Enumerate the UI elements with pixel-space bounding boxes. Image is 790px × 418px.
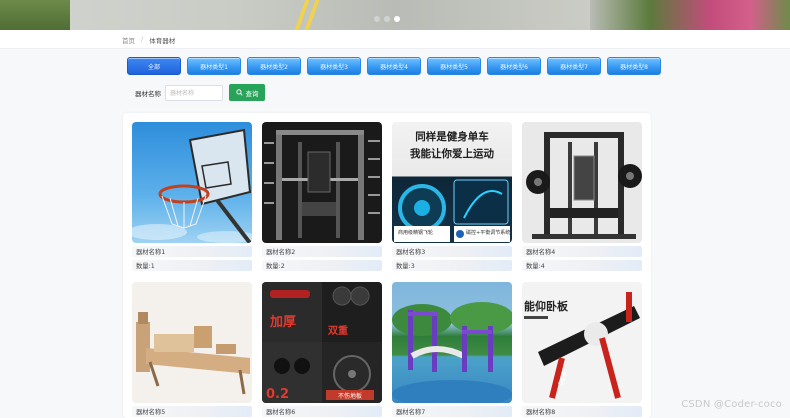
search-icon	[235, 89, 243, 96]
equipment-image[interactable]	[132, 122, 252, 243]
equipment-quantity: 数量:3	[392, 260, 512, 271]
equipment-card[interactable]: 器材名称7	[392, 282, 512, 417]
equipment-name: 器材名称5	[132, 406, 252, 417]
equipment-name: 器材名称7	[392, 406, 512, 417]
equipment-card[interactable]: 器材名称4 数量:4	[522, 122, 642, 271]
search-input[interactable]: 器材名称	[165, 84, 223, 101]
tab-type-1[interactable]: 器材类型1	[187, 57, 241, 75]
bench-title: 能仰卧板	[524, 299, 569, 313]
breadcrumb-current: 体育器材	[149, 37, 176, 45]
search-button[interactable]: 查询	[229, 84, 265, 101]
equipment-image[interactable]	[522, 122, 642, 243]
breadcrumb-home[interactable]: 首页	[122, 35, 135, 45]
carousel-indicators	[374, 16, 400, 22]
equipment-card[interactable]: 器材名称1 数量:1	[132, 122, 252, 271]
search-label: 器材名称	[135, 89, 161, 98]
category-tabs: 全部 器材类型1 器材类型2 器材类型3 器材类型4 器材类型5 器材类型6 器…	[127, 57, 661, 75]
tab-all[interactable]: 全部	[127, 57, 181, 75]
equipment-name: 器材名称8	[522, 406, 642, 417]
carousel-dot[interactable]	[374, 16, 380, 22]
tab-type-3[interactable]: 器材类型3	[307, 57, 361, 75]
tab-type-8[interactable]: 器材类型8	[607, 57, 661, 75]
kb-tag-3: 0.2	[266, 387, 289, 402]
outdoor-fitness-image	[392, 302, 512, 403]
promo-caption-1: 商用级精钢飞轮	[398, 229, 433, 236]
equipment-image[interactable]: 同样是健身单车 我能让你爱上运动 商用级精钢飞轮 磁控+平衡调节系统	[392, 122, 512, 243]
equipment-image[interactable]	[132, 282, 252, 403]
tab-type-7[interactable]: 器材类型7	[547, 57, 601, 75]
equipment-card[interactable]: 同样是健身单车 我能让你爱上运动 商用级精钢飞轮 磁控+平衡调节系统 器材名称3…	[392, 122, 512, 271]
equipment-quantity: 数量:1	[132, 260, 252, 271]
carousel-dot[interactable]	[384, 16, 390, 22]
breadcrumb: 首页 / 体育器材	[122, 35, 175, 45]
equipment-card[interactable]: 能仰卧板 DD5 器材名称8	[522, 282, 642, 417]
equipment-image[interactable]	[392, 282, 512, 403]
breadcrumb-separator: /	[141, 35, 144, 43]
equipment-quantity: 数量:4	[522, 260, 642, 271]
promo-caption-2: 磁控+平衡调节系统	[466, 229, 510, 236]
equipment-image[interactable]	[262, 122, 382, 243]
equipment-image[interactable]: 加厚 双重 0.2 不伤地板	[262, 282, 382, 403]
equipment-card[interactable]: 加厚 双重 0.2 不伤地板 器材名称6	[262, 282, 382, 417]
search-button-label: 查询	[245, 89, 259, 98]
situp-bench-image: 能仰卧板 DD5	[524, 292, 640, 399]
tab-type-4[interactable]: 器材类型4	[367, 57, 421, 75]
equipment-card[interactable]: 器材名称2 数量:2	[262, 122, 382, 271]
equipment-image[interactable]: 能仰卧板 DD5	[522, 282, 642, 403]
basketball-hoop-image	[132, 128, 252, 243]
equipment-name: 器材名称3	[392, 246, 512, 257]
equipment-name: 器材名称2	[262, 246, 382, 257]
tab-type-6[interactable]: 器材类型6	[487, 57, 541, 75]
dumbbell-collage-image: 加厚 双重 0.2 不伤地板	[262, 282, 382, 403]
equipment-card[interactable]: 器材名称5	[132, 282, 252, 417]
equipment-name: 器材名称1	[132, 246, 252, 257]
spin-bike-promo-image: 同样是健身单车 我能让你爱上运动 商用级精钢飞轮 磁控+平衡调节系统	[394, 130, 510, 242]
promo-line-1: 同样是健身单车	[415, 130, 489, 143]
breadcrumb-bar: 首页 / 体育器材	[0, 30, 790, 49]
banner-image-right	[590, 0, 790, 30]
kb-tag-2: 双重	[328, 324, 348, 337]
kb-tag-4: 不伤地板	[338, 392, 362, 400]
banner-image-left	[0, 0, 70, 30]
tab-type-5[interactable]: 器材类型5	[427, 57, 481, 75]
equipment-name: 器材名称6	[262, 406, 382, 417]
promo-line-2: 我能让你爱上运动	[410, 147, 494, 160]
equipment-name: 器材名称4	[522, 246, 642, 257]
smith-machine-image	[264, 130, 380, 240]
equipment-grid: 器材名称1 数量:1 器材名称2 数量:2 同样是健身单车 我能让你爱上运动 商…	[123, 113, 651, 418]
banner-carousel[interactable]	[0, 0, 790, 30]
equipment-quantity: 数量:2	[262, 260, 382, 271]
watermark: CSDN @Coder-coco	[681, 399, 782, 410]
search-row: 器材名称 器材名称 查询	[135, 84, 265, 101]
pilates-reformer-image	[136, 312, 250, 395]
carousel-dot-active[interactable]	[394, 16, 400, 22]
tab-type-2[interactable]: 器材类型2	[247, 57, 301, 75]
kb-tag-1: 加厚	[269, 314, 296, 330]
home-gym-image	[526, 132, 642, 239]
